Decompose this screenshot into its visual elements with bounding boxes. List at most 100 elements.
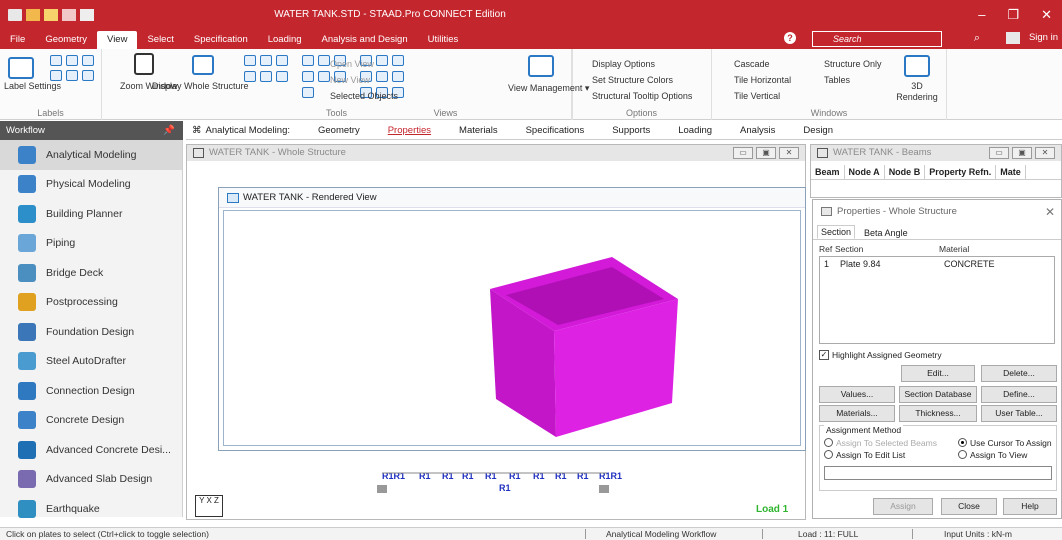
3d-rendering-icon[interactable] [904,55,930,77]
highlight-assigned-checkbox[interactable]: ✓ Highlight Assigned Geometry [819,350,942,360]
load-label-icon[interactable] [82,70,94,81]
open-view-button[interactable]: Open View [330,59,374,70]
node-label-icon[interactable] [50,55,62,66]
menu-view[interactable]: View [97,31,138,49]
tile-vertical-button[interactable]: Tile Vertical [734,91,780,102]
menu-geometry[interactable]: Geometry [35,31,97,49]
workflow-item[interactable]: Advanced Slab Design [0,465,182,495]
workflow-item[interactable]: Connection Design [0,376,182,406]
menu-file[interactable]: File [0,31,35,49]
section-database-button[interactable]: Section Database [899,386,977,403]
display-options-button[interactable]: Display Options [592,59,655,70]
user-icon[interactable] [1006,32,1020,44]
search-input[interactable]: Search [812,31,942,47]
mdi-minimize-button[interactable]: ▭ [989,147,1009,159]
edit-list-field[interactable] [824,466,1052,480]
page-tab[interactable]: Supports [598,125,664,136]
help-button[interactable]: Help [1003,498,1057,515]
materials-button[interactable]: Materials... [819,405,895,422]
new-view-button[interactable]: New View [330,75,370,86]
display-whole-structure-icon[interactable] [192,55,214,75]
page-tab[interactable]: Properties [374,125,445,136]
close-button[interactable]: Close [941,498,997,515]
radio-icon[interactable] [824,450,833,459]
workflow-item[interactable]: Steel AutoDrafter [0,347,182,377]
set-structure-colors-button[interactable]: Set Structure Colors [592,75,673,86]
mdi-restore-button[interactable]: ▣ [756,147,776,159]
label-settings-icon[interactable] [8,57,34,79]
assign-button[interactable]: Assign [873,498,933,515]
solid-label-icon[interactable] [50,70,62,81]
zoom-window-icon[interactable] [134,53,154,75]
page-tab[interactable]: Specifications [512,125,599,136]
view-right-icon[interactable] [302,71,314,82]
workflow-item[interactable]: Foundation Design [0,317,182,347]
values-button[interactable]: Values... [819,386,895,403]
assign-view-radio[interactable]: Assign To View [958,450,1027,460]
structural-tooltip-options-button[interactable]: Structural Tooltip Options [592,91,692,102]
label-settings-button[interactable]: Label Settings [4,81,61,92]
sign-in-link[interactable]: Sign in [1029,32,1058,43]
col-beam[interactable]: Beam [811,165,845,179]
thickness-button[interactable]: Thickness... [899,405,977,422]
structure-only-button[interactable]: Structure Only [824,59,882,70]
support-label-icon[interactable] [66,70,78,81]
radio-selected-icon[interactable] [958,438,967,447]
tile-horizontal-button[interactable]: Tile Horizontal [734,75,791,86]
close-icon[interactable]: ✕ [1045,200,1055,224]
workflow-item[interactable]: Earthquake [0,494,182,524]
assign-selected-beams-radio[interactable]: Assign To Selected Beams [824,438,937,448]
isometric-view-icon[interactable] [302,87,314,98]
mdi-close-button[interactable]: ✕ [779,147,799,159]
cascade-button[interactable]: Cascade [734,59,770,70]
zoom-prev-icon[interactable] [244,71,256,82]
help-icon[interactable]: ? [784,32,796,44]
radio-icon[interactable] [958,450,967,459]
delete-button[interactable]: Delete... [981,365,1057,382]
page-tab[interactable]: ⌘ Analytical Modeling: [186,125,304,136]
menu-specification[interactable]: Specification [184,31,258,49]
edit-button[interactable]: Edit... [901,365,975,382]
workflow-item[interactable]: Piping [0,229,182,259]
workflow-item[interactable]: Physical Modeling [0,170,182,200]
beam-label-icon[interactable] [66,55,78,66]
menu-analysis-design[interactable]: Analysis and Design [312,31,418,49]
mdi-close-button[interactable]: ✕ [1035,147,1055,159]
tank-model[interactable] [224,211,802,447]
pin-icon[interactable]: 📌 [163,121,175,140]
plate-label-icon[interactable] [82,55,94,66]
user-table-button[interactable]: User Table... [981,405,1057,422]
maximize-button[interactable]: ❐ [1007,7,1019,23]
assign-edit-list-radio[interactable]: Assign To Edit List [824,450,905,460]
workflow-item[interactable]: Advanced Concrete Desi... [0,435,182,465]
rendered-viewport[interactable] [223,210,801,446]
workflow-item[interactable]: Bridge Deck [0,258,182,288]
zoom-dynamic-icon[interactable] [260,71,272,82]
pan-icon[interactable] [276,71,288,82]
view-front-icon[interactable] [302,55,314,66]
col-property[interactable]: Property Refn. [925,165,997,179]
tables-button[interactable]: Tables [824,75,850,86]
display-whole-structure-button[interactable]: Display Whole Structure [152,81,262,92]
list-item[interactable]: 1 Plate 9.84 CONCRETE [824,259,1050,269]
tab-beta-angle[interactable]: Beta Angle [861,227,911,239]
menu-select[interactable]: Select [137,31,183,49]
minimize-button[interactable]: – [978,7,985,23]
3d-rendering-button[interactable]: 3D Rendering [894,81,940,103]
mdi-minimize-button[interactable]: ▭ [733,147,753,159]
selected-objects-button[interactable]: Selected Objects [330,91,398,102]
section-list[interactable]: 1 Plate 9.84 CONCRETE [819,256,1055,344]
page-tab[interactable]: Analysis [726,125,789,136]
menu-utilities[interactable]: Utilities [418,31,469,49]
checkbox-checked-icon[interactable]: ✓ [819,350,829,360]
zoom-out-icon[interactable] [260,55,272,66]
page-tab[interactable]: Materials [445,125,512,136]
workflow-item[interactable]: Concrete Design [0,406,182,436]
view-management-icon[interactable] [528,55,554,77]
radio-icon[interactable] [824,438,833,447]
page-tab[interactable]: Design [789,125,847,136]
zoom-in-icon[interactable] [244,55,256,66]
workflow-item[interactable]: Analytical Modeling [0,140,182,170]
col-node-b[interactable]: Node B [885,165,926,179]
zoom-extent-icon[interactable] [276,55,288,66]
